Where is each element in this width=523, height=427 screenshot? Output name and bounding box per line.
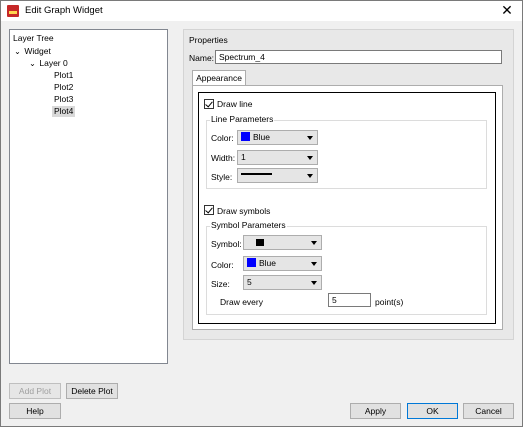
apply-button[interactable]: Apply	[350, 403, 401, 419]
color-swatch	[247, 258, 256, 267]
edit-graph-widget-dialog: Edit Graph Widget ✕ Layer Tree ⌄ Widget …	[0, 0, 523, 427]
line-width-label: Width:	[211, 153, 236, 163]
tree-node-plot2[interactable]: Plot2	[54, 82, 73, 93]
symbol-size-label: Size:	[211, 279, 230, 289]
line-width-select[interactable]: 1	[237, 150, 318, 165]
line-width-value: 1	[241, 152, 246, 162]
draw-line-label: Draw line	[217, 99, 253, 109]
dropdown-arrow-icon	[311, 281, 317, 285]
draw-symbols-checkbox[interactable]	[204, 205, 214, 215]
symbol-color-select[interactable]: Blue	[243, 256, 322, 271]
symbol-size-select[interactable]: 5	[243, 275, 322, 290]
tab-appearance[interactable]: Appearance	[192, 70, 246, 86]
symbol-color-value: Blue	[259, 258, 277, 268]
properties-header: Properties	[189, 35, 228, 45]
dropdown-arrow-icon	[311, 241, 317, 245]
draw-line-checkbox[interactable]	[204, 99, 214, 109]
line-style-select[interactable]	[237, 168, 318, 183]
line-color-label: Color:	[211, 133, 234, 143]
symbol-select[interactable]	[243, 235, 322, 250]
name-input[interactable]: Spectrum_4	[215, 50, 502, 64]
delete-plot-button[interactable]: Delete Plot	[66, 383, 118, 399]
ok-button[interactable]: OK	[407, 403, 458, 419]
symbol-parameters-title: Symbol Parameters	[210, 220, 287, 230]
symbol-label: Symbol:	[211, 239, 242, 249]
draw-every-input[interactable]: 5	[328, 293, 371, 307]
line-color-select[interactable]: Blue	[237, 130, 318, 145]
chevron-down-icon[interactable]: ⌄	[28, 58, 37, 69]
tree-node-plot4[interactable]: Plot4	[52, 106, 76, 117]
tree-node-plot3[interactable]: Plot3	[54, 94, 73, 105]
symbol-size-value: 5	[247, 277, 252, 287]
cancel-button[interactable]: Cancel	[463, 403, 514, 419]
dropdown-arrow-icon	[311, 262, 317, 266]
title-bar: Edit Graph Widget ✕	[1, 1, 522, 21]
draw-every-unit: point(s)	[375, 297, 404, 307]
tree-node-layer-0[interactable]: ⌄ Layer 0	[28, 58, 68, 69]
solid-line-icon	[241, 173, 272, 175]
draw-every-label: Draw every	[220, 297, 263, 307]
chevron-down-icon[interactable]: ⌄	[13, 46, 22, 57]
tree-node-widget[interactable]: ⌄ Widget	[13, 46, 51, 57]
line-color-value: Blue	[253, 132, 271, 142]
tree-node-label: Widget	[24, 46, 51, 56]
dropdown-arrow-icon	[307, 174, 313, 178]
symbol-color-label: Color:	[211, 260, 234, 270]
window-title: Edit Graph Widget	[25, 5, 103, 16]
tree-node-label: Layer 0	[39, 58, 68, 68]
help-button[interactable]: Help	[9, 403, 61, 419]
add-plot-button[interactable]: Add Plot	[9, 383, 61, 399]
layer-tree-header: Layer Tree	[13, 33, 54, 43]
line-parameters-title: Line Parameters	[210, 114, 275, 124]
close-icon[interactable]: ✕	[500, 2, 514, 18]
color-swatch	[241, 132, 250, 141]
line-style-label: Style:	[211, 172, 233, 182]
draw-symbols-label: Draw symbols	[217, 206, 271, 216]
dropdown-arrow-icon	[307, 136, 313, 140]
name-label: Name:	[189, 53, 215, 63]
filled-square-icon	[256, 239, 264, 246]
layer-tree-panel: Layer Tree ⌄ Widget ⌄ Layer 0 Plot1 Plot…	[9, 29, 168, 364]
dropdown-arrow-icon	[307, 156, 313, 160]
tree-node-plot1[interactable]: Plot1	[54, 70, 73, 81]
app-icon	[7, 5, 19, 17]
